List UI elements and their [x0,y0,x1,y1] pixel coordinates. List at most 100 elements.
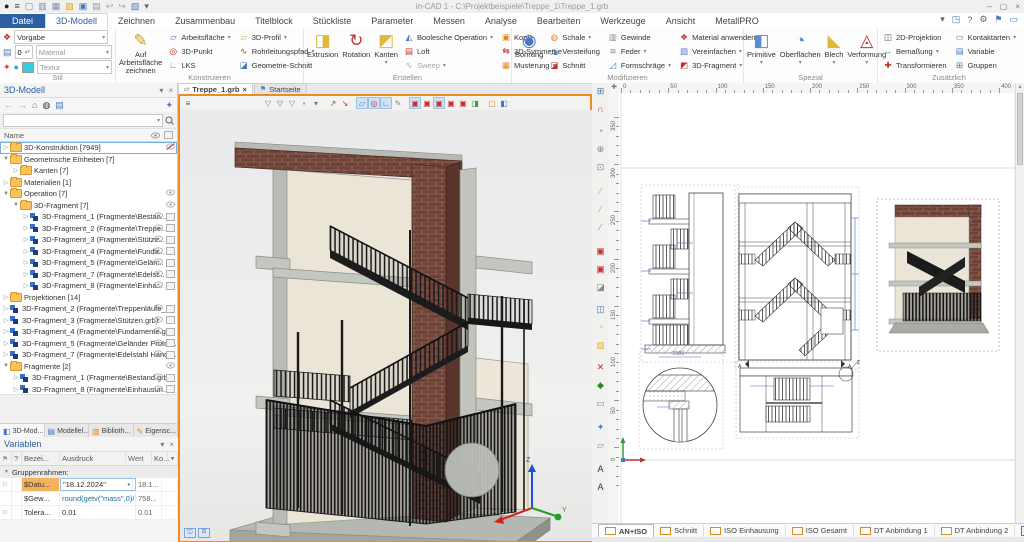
reference-box-icon[interactable] [166,282,175,290]
visibility-eye-icon[interactable] [154,258,163,267]
tree-expander-icon[interactable]: ▷ [22,248,30,255]
menu-tab-titelblock[interactable]: Titelblock [245,14,303,28]
regen-icon[interactable]: ∕ [594,202,608,216]
menu-tab-metallpro[interactable]: MetallPRO [705,14,769,28]
ribbon-item-2d-projektion[interactable]: ◫2D-Projektion [881,30,949,44]
ribbon-item-lks[interactable]: ∟LKS [166,58,232,72]
sheet-tab-dt-anbindung-1[interactable]: DT Anbindung 1 [854,525,935,537]
view-cube-icon[interactable]: ◫ [594,302,608,316]
layer-spinner[interactable]: 0▴▾ [15,45,33,59]
variables-column-name[interactable]: Bezei... [22,452,60,465]
zoom-in-icon[interactable]: ⊕ [594,142,608,156]
measure-icon[interactable]: ✕ [594,360,608,374]
tree-item-fragmente-2[interactable]: ▼Fragmente [2] [0,361,177,373]
tree-item-3d-fragment-3-fragmente-st[interactable]: ▷3D-Fragment_3 (Fragmente\Stütze... [0,234,177,246]
help-icon[interactable]: ? [967,15,972,25]
visibility-eye-icon[interactable] [166,362,175,371]
ribbon-button-extrusion[interactable]: ◨Extrusion [307,30,338,72]
visibility-eye-icon[interactable] [154,339,163,348]
filter-icon[interactable]: ▼ [168,452,178,465]
visibility-eye-icon[interactable] [166,189,175,198]
tree-item-operation-7[interactable]: ▼Operation [7] [0,188,177,200]
visibility-eye-icon[interactable] [154,350,163,359]
tree-expander-icon[interactable]: ▼ [2,191,10,197]
wire-mode-icon[interactable]: ▣ [421,97,433,109]
ribbon-item-3d-punkt[interactable]: ◎3D-Punkt [166,44,232,58]
sphere-icon[interactable]: ◔ [594,320,608,334]
fragment-mode-icon[interactable]: ◨ [469,97,481,109]
texture-select[interactable]: Textur▾ [37,60,112,74]
ribbon-button-oberfl-chen[interactable]: ◔Oberflächen▾ [780,30,821,67]
tree-expander-icon[interactable]: ▷ [22,225,30,232]
reference-box-icon[interactable] [166,385,175,393]
edit-tools-icon[interactable]: ✦ [594,420,608,434]
variable-name[interactable]: $Gew... [22,492,60,505]
section-plane-icon[interactable]: ◪ [594,280,608,294]
ribbon-collapse-icon[interactable]: ▾ [940,14,945,25]
variable-row-datu[interactable]: ⚐$Datu..."18.12.2024"▾18.1... [0,478,178,492]
menu-tab-bearbeiten[interactable]: Bearbeiten [527,14,591,28]
tree-item-kanten-7[interactable]: ▷Kanten [7] [0,165,177,177]
scrollbar-thumb[interactable] [1017,93,1023,165]
tree-item-3d-fragment-1-fragmente-bes[interactable]: ▷3D-Fragment_1 (Fragmente\Bestan... [0,211,177,223]
drawing-sheet-canvas[interactable]: A A [619,93,1016,524]
tree-expander-icon[interactable]: ▷ [22,213,30,220]
tree-item-3d-fragment-1-fragmente-bes[interactable]: ▷3D-Fragment_1 (Fragmente\Bestand.grb) [0,372,177,384]
variables-column-query[interactable]: ? [12,452,22,465]
tree-expander-icon[interactable]: ▼ [12,202,20,208]
ribbon-item-arbeitsfl-che[interactable]: ▱Arbeitsfläche▾ [166,30,232,44]
reference-box-icon[interactable] [166,224,175,232]
ribbon-item-schale[interactable]: ◍Schale▾ [547,30,602,44]
tree-item-3d-fragment-4-fragmente-fun[interactable]: ▷3D-Fragment_4 (Fragmente\Fundamente.grb… [0,326,177,338]
ribbon-button-kanten[interactable]: ◩Kanten▾ [374,30,398,72]
tree-item-projektionen-14[interactable]: ▷Projektionen [14] [0,292,177,304]
doc-cubes-icon[interactable]: ◧ [498,97,510,109]
visibility-eye-icon[interactable] [166,143,175,152]
ribbon-button-auf-arbeitsfl-che-zeichnen[interactable]: ✎Auf Arbeitsfläche zeichnen [119,30,162,75]
ribbon-item-gruppen[interactable]: ⊞Gruppen [953,58,1019,72]
reference-box-icon[interactable] [166,351,175,359]
view-front-elevation[interactable]: A A [735,187,859,370]
ribbon-item-kontaktarten[interactable]: ▭Kontaktarten▾ [953,30,1019,44]
workplane-icon[interactable]: ▱ [356,97,368,109]
visibility-eye-icon[interactable] [154,212,163,221]
ribbon-item-gewinde[interactable]: ▥Gewinde [606,30,673,44]
tree-expander-icon[interactable]: ▷ [22,282,30,289]
sketch-icon[interactable]: ✎ [392,97,404,109]
snap-magnet-icon[interactable]: ∩ [594,102,608,116]
ribbon-item-formschr-ge[interactable]: ◿Formschräge▾ [606,58,673,72]
dock-tab-3d-mod[interactable]: ◧3D-Mod... [0,424,45,438]
sheet-tab-iso-einhausung[interactable]: ISO Einhausung [704,525,786,537]
tree-expander-icon[interactable]: ▷ [2,179,10,186]
visibility-eye-icon[interactable] [154,247,163,256]
select-confirm-icon[interactable]: ↗ [327,97,339,109]
sheet-tab-schnitt[interactable]: Schnitt [654,525,704,537]
ribbon-item-bema-ung[interactable]: ↔Bemaßung▾ [881,44,949,58]
ribbon-button-primitive[interactable]: ◧Primitive▾ [747,30,776,67]
tree-item-3d-fragment-5-fragmente-gel[interactable]: ▷3D-Fragment_5 (Fragmente\Gelän... [0,257,177,269]
box-icon[interactable]: ▧ [594,338,608,352]
style-select[interactable]: Vorgabe▾ [14,30,108,44]
sheet-tab-dt-anbindung-2[interactable]: DT Anbindung 2 [935,525,1016,537]
tree-expander-icon[interactable]: ▷ [22,236,30,243]
menu-tab-ansicht[interactable]: Ansicht [656,14,706,28]
list-view-icon[interactable]: ▤ [55,100,64,111]
close-icon[interactable]: × [1015,2,1020,11]
select-cancel-icon[interactable]: ↘ [339,97,351,109]
variables-column-expression[interactable]: Ausdruck [60,452,126,465]
visibility-eye-icon[interactable] [154,373,163,382]
variables-column-value[interactable]: Wert [126,452,152,465]
tree-expander-icon[interactable]: ▷ [2,317,10,324]
reference-box-icon[interactable] [166,247,175,255]
text-check-icon[interactable]: A [594,462,608,476]
tree-item-3d-fragment-8-fragmente-ein[interactable]: ▷3D-Fragment_8 (Fragmente\Einhausun... [0,384,177,396]
menu-tab-datei[interactable]: Datei [0,14,45,28]
tree-expander-icon[interactable]: ▷ [2,144,10,151]
view-iso-shaded[interactable] [877,199,999,351]
annotate-icon[interactable]: ▱ [594,438,608,452]
tree-item-materialien-1[interactable]: ▷Materialien [1] [0,177,177,189]
dock-tab-eigensc[interactable]: ✎Eigensc... [134,424,179,438]
chevron-down-icon[interactable]: ▾ [125,479,133,490]
model-3d-canvas[interactable]: X Y Z [180,110,590,540]
ribbon-button-blech[interactable]: ◣Blech▾ [825,30,844,67]
